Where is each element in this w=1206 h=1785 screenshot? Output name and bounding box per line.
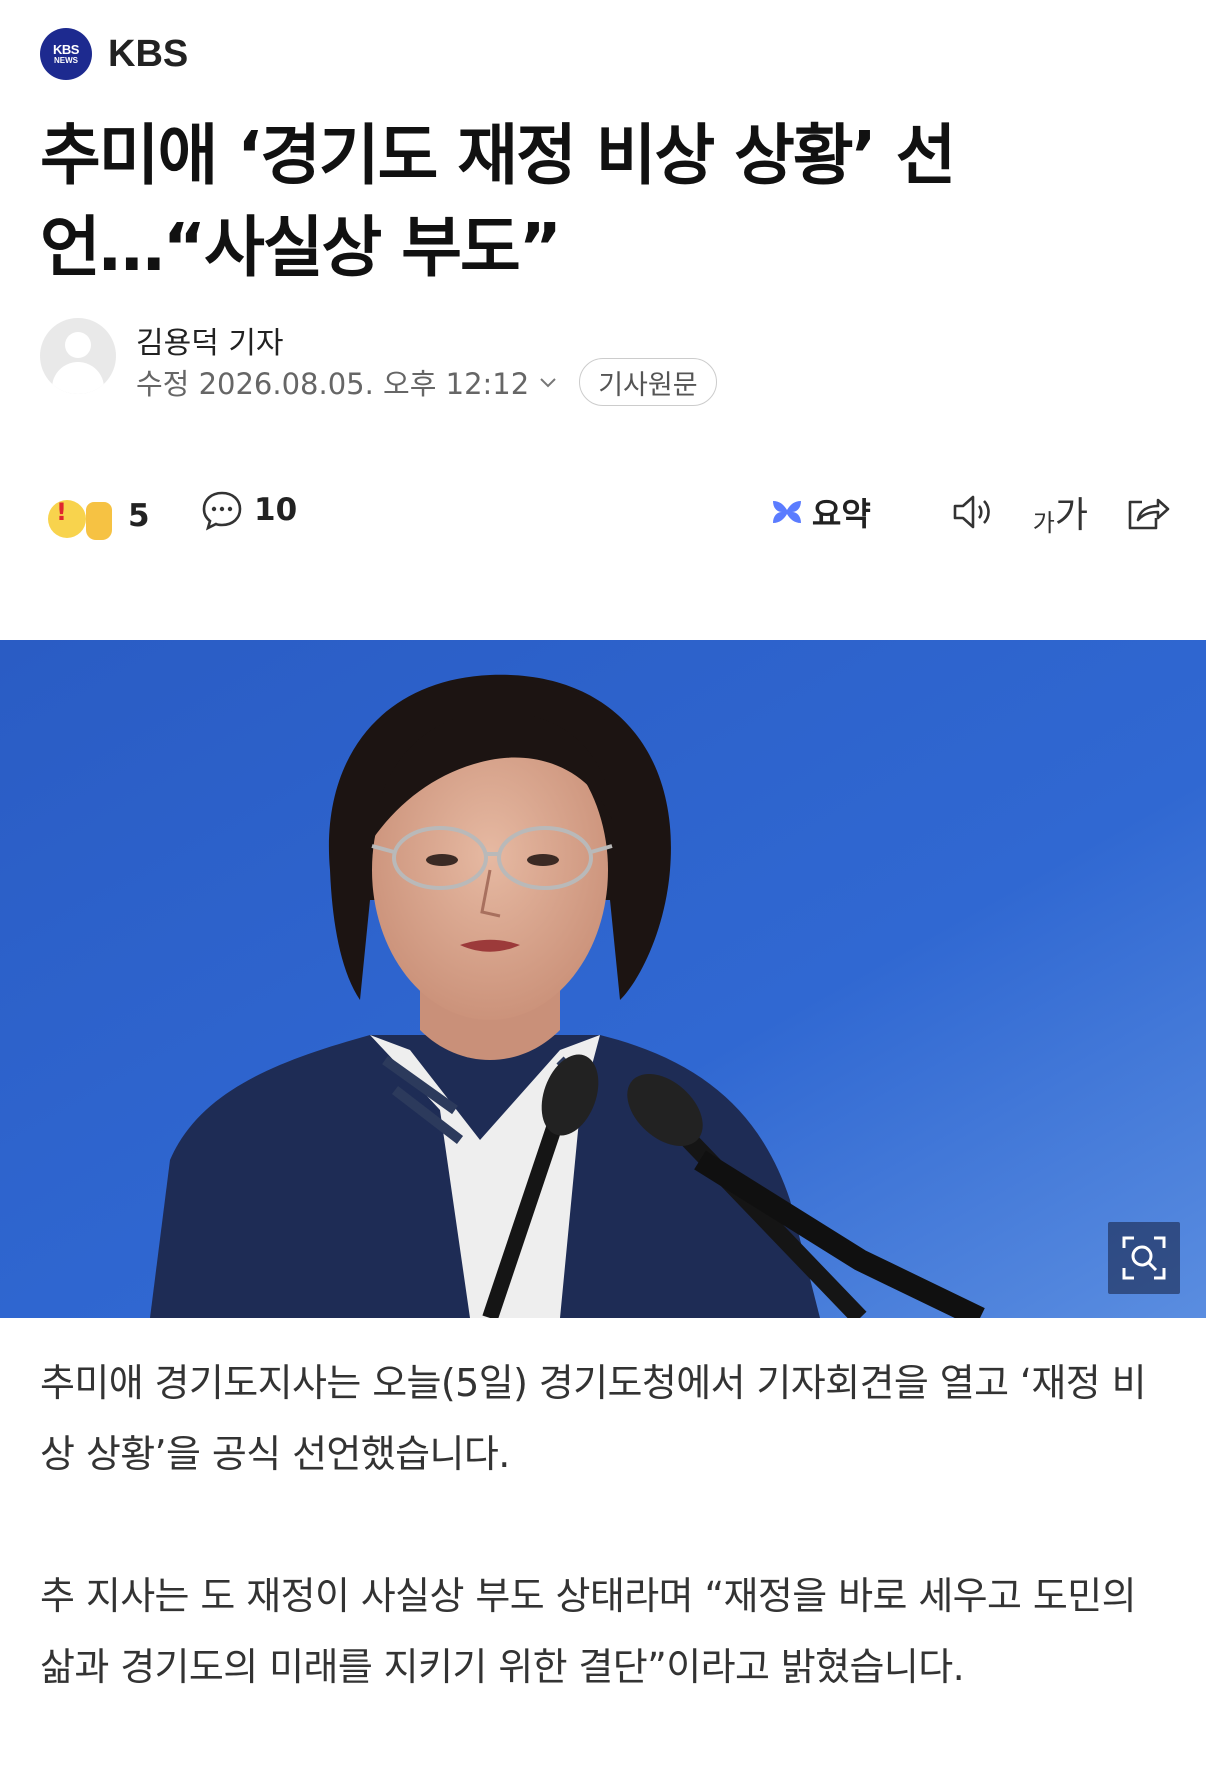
reporter-avatar[interactable] <box>40 318 116 394</box>
comment-button[interactable]: 10 <box>200 488 297 532</box>
article-headline: 추미애 ‘경기도 재정 비상 상황’ 선언…“사실상 부도” <box>40 117 956 286</box>
summary-button[interactable]: 요약 <box>770 489 871 535</box>
speaker-icon[interactable] <box>949 488 997 536</box>
article-body: 추미애 경기도지사는 오늘(5일) 경기도청에서 기자회견을 열고 ‘재정 비상… <box>40 1348 1180 1703</box>
summary-label: 요약 <box>811 495 871 533</box>
article-paragraph: 추미애 경기도지사는 오늘(5일) 경기도청에서 기자회견을 열고 ‘재정 비상… <box>40 1361 1147 1476</box>
logo-line2: NEWS <box>54 56 78 65</box>
clap-icon <box>86 502 112 540</box>
reaction-count: 5 <box>128 498 150 534</box>
kbs-logo-icon: KBS NEWS <box>40 28 92 80</box>
article-meta: 수정 2026.08.05. 오후 12:12 기사원문 <box>136 358 717 406</box>
summary-sparkle-icon <box>772 501 801 523</box>
article-paragraph: 추 지사는 도 재정이 사실상 부도 상태라며 “재정을 바로 세우고 도민의 … <box>40 1574 1137 1689</box>
share-icon[interactable] <box>1122 488 1170 536</box>
press-conference-photo <box>0 640 1206 1318</box>
press-name[interactable]: KBS <box>108 33 188 76</box>
press-header[interactable]: KBS NEWS KBS <box>40 28 188 80</box>
action-bar: ! 5 10 요약 가가 <box>40 480 1170 550</box>
logo-line1: KBS <box>53 42 79 57</box>
original-article-button[interactable]: 기사원문 <box>579 358 717 406</box>
comment-icon <box>202 491 242 531</box>
photo-zoom-button[interactable] <box>1108 1222 1180 1294</box>
reaction-icons: ! <box>40 488 124 544</box>
reporter-name[interactable]: 김용덕 기자 <box>136 318 284 362</box>
font-size-button[interactable]: 가가 <box>1033 486 1088 538</box>
zoom-icon <box>1122 1236 1166 1280</box>
comment-count: 10 <box>254 492 298 528</box>
reaction-button[interactable]: ! 5 <box>40 488 150 544</box>
surprise-icon <box>48 500 86 538</box>
chevron-down-icon[interactable] <box>537 371 559 393</box>
article-photo[interactable] <box>0 640 1206 1318</box>
font-large-label: 가 <box>1054 495 1088 536</box>
article-tools: 요약 가가 <box>770 486 1170 538</box>
font-small-label: 가 <box>1032 509 1055 537</box>
modified-date: 수정 2026.08.05. 오후 12:12 <box>136 367 530 401</box>
